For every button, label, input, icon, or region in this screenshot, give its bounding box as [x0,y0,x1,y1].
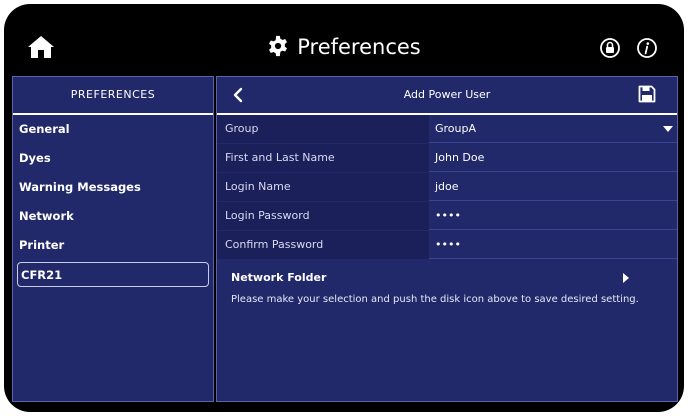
login-name-field[interactable]: jdoe [429,173,677,201]
page-title: Preferences [4,34,684,60]
sidebar-item-dyes[interactable]: Dyes [13,144,213,173]
login-password-field[interactable]: •••• [429,202,677,230]
device-frame: Preferences PREFERENCES General Dyes War… [4,4,684,412]
save-icon[interactable] [638,85,656,103]
gear-icon [269,35,288,57]
page-title-text: Preferences [297,35,421,59]
form-row-name[interactable]: First and Last Name John Doe [217,144,677,173]
main-panel: Add Power User Group GroupA First and La… [216,76,678,402]
group-label: Group [217,115,429,143]
login-password-label: Login Password [217,202,429,230]
main-title: Add Power User [403,88,491,101]
login-name-label: Login Name [217,173,429,201]
sidebar-item-printer[interactable]: Printer [13,231,213,260]
name-label: First and Last Name [217,144,429,172]
network-folder-label: Network Folder [231,271,327,284]
form-row-login-name[interactable]: Login Name jdoe [217,173,677,202]
group-value: GroupA [435,122,477,135]
form-row-group[interactable]: Group GroupA [217,115,677,144]
form-row-login-password[interactable]: Login Password •••• [217,202,677,231]
chevron-right-icon [623,273,629,283]
confirm-password-label: Confirm Password [217,231,429,259]
chevron-down-icon [663,126,673,132]
top-bar: Preferences [4,4,684,76]
sidebar: PREFERENCES General Dyes Warning Message… [12,76,214,402]
network-folder-row[interactable]: Network Folder [231,268,641,288]
sidebar-item-network[interactable]: Network [13,202,213,231]
instruction-text: Please make your selection and push the … [231,294,639,305]
main-header: Add Power User [217,77,677,115]
sidebar-item-warning-messages[interactable]: Warning Messages [13,173,213,202]
sidebar-item-cfr21[interactable]: CFR21 [17,262,209,287]
confirm-password-field[interactable]: •••• [429,231,677,259]
group-select[interactable]: GroupA [429,115,677,143]
form-row-confirm-password[interactable]: Confirm Password •••• [217,231,677,260]
name-field[interactable]: John Doe [429,144,677,172]
sidebar-header: PREFERENCES [13,77,213,115]
info-icon[interactable] [637,38,657,58]
lock-icon[interactable] [600,38,620,58]
sidebar-item-general[interactable]: General [13,115,213,144]
